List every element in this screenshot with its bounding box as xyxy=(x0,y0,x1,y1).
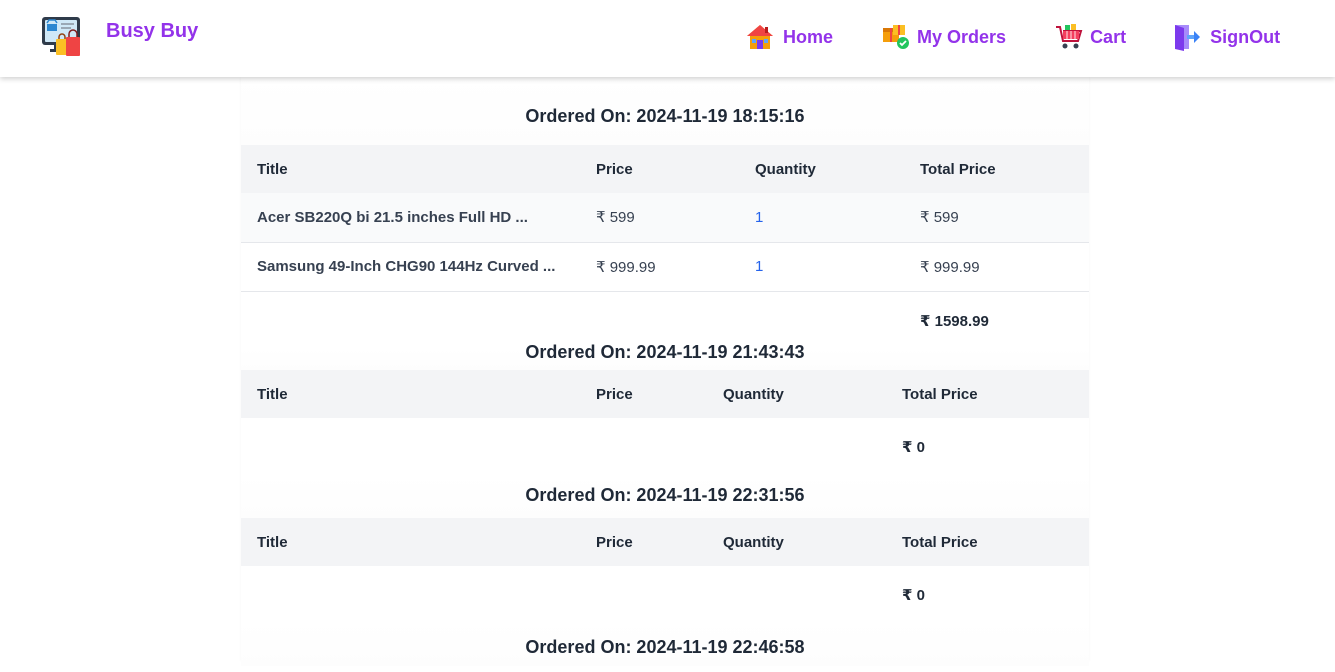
nav-signout-label: SignOut xyxy=(1210,26,1281,47)
nav-cart-label: Cart xyxy=(1090,26,1127,47)
table-row: Acer SB220Q bi 21.5 inches Full HD ... ₹… xyxy=(241,193,1089,242)
item-total-price: ₹ 999.99 xyxy=(920,258,980,276)
order-grand-total: ₹ 1598.99 xyxy=(920,312,989,330)
column-header-quantity: Quantity xyxy=(755,160,816,178)
nav-links: Home My Orders Cart SignOut xyxy=(745,22,1280,52)
orders-container: Ordered On: 2024-11-19 18:15:16 Title Pr… xyxy=(241,77,1089,666)
brand[interactable]: Busy Buy xyxy=(40,15,198,59)
column-header-total-price: Total Price xyxy=(902,385,978,403)
order-total-row: ₹ 0 xyxy=(241,418,1089,474)
table-header-row: Title Price Quantity Total Price xyxy=(241,518,1089,566)
order-card: Ordered On: 2024-11-19 22:46:58 xyxy=(241,622,1089,666)
nav-signout[interactable]: SignOut xyxy=(1172,22,1280,52)
column-header-total-price: Total Price xyxy=(920,160,996,178)
navbar: Busy Buy Home My Orders Cart SignOut xyxy=(0,0,1335,77)
order-date-heading: Ordered On: 2024-11-19 22:31:56 xyxy=(241,474,1089,518)
column-header-title: Title xyxy=(257,533,288,551)
order-grand-total: ₹ 0 xyxy=(902,587,925,604)
item-total-price: ₹ 599 xyxy=(920,209,959,227)
nav-cart[interactable]: Cart xyxy=(1054,22,1126,52)
item-title: Acer SB220Q bi 21.5 inches Full HD ... xyxy=(257,208,528,226)
cart-icon xyxy=(1054,22,1084,52)
column-header-quantity: Quantity xyxy=(723,385,784,403)
item-price: ₹ 599 xyxy=(596,209,635,227)
order-total-row: ₹ 1598.99 xyxy=(241,291,1089,348)
column-header-title: Title xyxy=(257,160,288,178)
order-card: Ordered On: 2024-11-19 18:15:16 Title Pr… xyxy=(241,77,1089,348)
order-card: Ordered On: 2024-11-19 22:31:56 Title Pr… xyxy=(241,474,1089,622)
nav-home-label: Home xyxy=(783,26,834,47)
item-title: Samsung 49-Inch CHG90 144Hz Curved ... xyxy=(257,258,556,275)
orders-box-icon xyxy=(881,22,911,52)
nav-my-orders-label: My Orders xyxy=(917,26,1007,47)
item-quantity: 1 xyxy=(755,258,764,275)
order-table: Title Price Quantity Total Price ₹ 0 xyxy=(241,518,1089,622)
signout-door-icon xyxy=(1172,22,1202,52)
order-date-heading: Ordered On: 2024-11-19 18:15:16 xyxy=(241,77,1089,145)
order-date-heading: Ordered On: 2024-11-19 21:43:43 xyxy=(241,343,1089,370)
column-header-price: Price xyxy=(596,385,633,403)
column-header-price: Price xyxy=(596,160,633,178)
shop-logo-icon xyxy=(40,15,84,59)
order-date-heading: Ordered On: 2024-11-19 22:46:58 xyxy=(241,622,1089,666)
table-header-row: Title Price Quantity Total Price xyxy=(241,370,1089,418)
nav-home[interactable]: Home xyxy=(745,22,833,52)
table-header-row: Title Price Quantity Total Price xyxy=(241,145,1089,193)
table-row: Samsung 49-Inch CHG90 144Hz Curved ... ₹… xyxy=(241,242,1089,291)
nav-my-orders[interactable]: My Orders xyxy=(881,22,1006,52)
order-table: Title Price Quantity Total Price Acer SB… xyxy=(241,145,1089,348)
column-header-title: Title xyxy=(257,385,288,403)
order-table: Title Price Quantity Total Price ₹ 0 xyxy=(241,370,1089,474)
item-quantity: 1 xyxy=(755,208,764,226)
brand-name: Busy Buy xyxy=(106,20,199,42)
item-price: ₹ 999.99 xyxy=(596,258,656,276)
order-card: Ordered On: 2024-11-19 21:43:43 Title Pr… xyxy=(241,343,1089,474)
column-header-total-price: Total Price xyxy=(902,533,978,551)
column-header-quantity: Quantity xyxy=(723,533,784,551)
order-total-row: ₹ 0 xyxy=(241,566,1089,622)
house-icon xyxy=(745,22,775,52)
column-header-price: Price xyxy=(596,533,633,551)
order-grand-total: ₹ 0 xyxy=(902,439,925,456)
